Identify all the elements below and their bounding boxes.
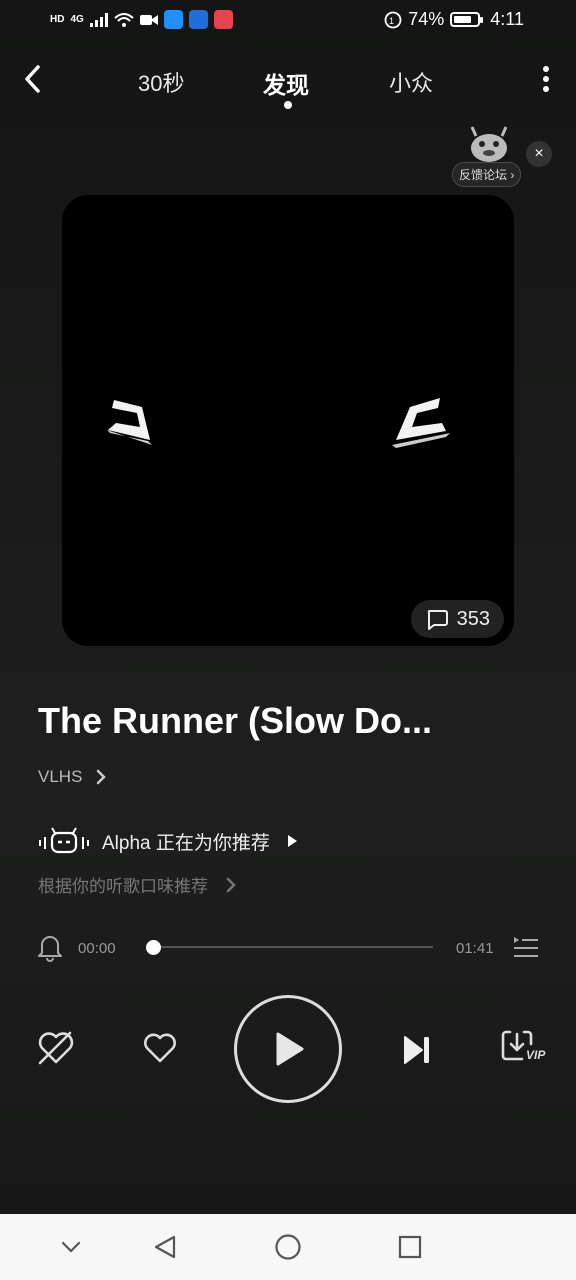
top-nav: 30秒 发现 小众 (0, 56, 576, 109)
more-vertical-icon (543, 66, 549, 92)
wifi-icon (114, 12, 134, 27)
chevron-right-icon (97, 769, 107, 785)
comment-count: 353 (456, 607, 490, 630)
nav-collapse-button[interactable] (56, 1232, 86, 1262)
status-right: 1 74% 4:11 (384, 9, 524, 30)
play-small-icon (287, 835, 297, 847)
heart-broken-icon (38, 1031, 74, 1065)
like-button[interactable] (138, 1026, 182, 1070)
signal-icon (89, 12, 108, 27)
cover-artwork (107, 398, 450, 448)
feedback-close-button[interactable]: × (526, 141, 552, 167)
app-notification-icon-3 (213, 10, 233, 29)
robot-icon (39, 827, 89, 854)
heart-icon (144, 1033, 176, 1063)
app-notification-icon-2 (188, 10, 208, 29)
back-button[interactable] (18, 62, 48, 96)
current-time: 00:00 (78, 940, 116, 957)
download-vip-button[interactable]: VIP (498, 1026, 554, 1070)
mascot-icon (470, 126, 508, 162)
hd-indicator: HD (50, 14, 65, 25)
tab-30s[interactable]: 30秒 (138, 66, 184, 98)
active-tab-indicator (284, 101, 292, 109)
status-left: HD 4G (50, 10, 233, 29)
nav-recents-button[interactable] (395, 1232, 425, 1262)
app-notification-icon-1 (163, 10, 183, 29)
camera-icon (139, 14, 158, 25)
status-bar: HD 4G 1 74% 4:11 (0, 0, 576, 42)
alpha-text: Alpha 正在为你推荐 (102, 832, 270, 854)
album-cover[interactable]: 353 (62, 195, 514, 646)
chevron-right-icon (226, 877, 236, 892)
feedback-forum-label: 反馈论坛 › (452, 162, 522, 187)
alpha-recommend[interactable]: Alpha 正在为你推荐 (38, 826, 298, 856)
more-button[interactable] (538, 64, 554, 94)
artist-name: VLHS (38, 767, 83, 786)
bell-icon[interactable] (36, 932, 64, 962)
next-button[interactable] (394, 1028, 438, 1072)
song-title: The Runner (Slow Do... (38, 700, 432, 741)
nav-back-button[interactable] (150, 1232, 180, 1262)
progress-track[interactable] (153, 946, 433, 948)
system-nav-bar (0, 1214, 576, 1280)
vip-label: VIP (526, 1048, 546, 1062)
recommend-reason-text: 根据你的听歌口味推荐 (38, 877, 208, 896)
play-button[interactable] (234, 995, 342, 1103)
square-recents-icon (398, 1235, 422, 1259)
dislike-button[interactable] (34, 1026, 78, 1070)
feedback-forum-button[interactable]: 反馈论坛 › (452, 124, 524, 187)
battery-percent: 74% (408, 9, 445, 29)
comment-button[interactable]: 353 (410, 600, 504, 638)
data-saver-icon: 1 (384, 11, 402, 28)
nav-home-button[interactable] (273, 1232, 303, 1262)
triangle-back-icon (154, 1235, 176, 1259)
tab-niche[interactable]: 小众 (389, 66, 433, 98)
skip-next-icon (404, 1036, 429, 1064)
svg-text:1: 1 (389, 16, 394, 26)
recommend-reason[interactable]: 根据你的听歌口味推荐 (38, 872, 236, 897)
battery-icon (450, 12, 484, 27)
chevron-left-icon (25, 65, 40, 93)
chevron-down-icon (61, 1241, 81, 1253)
progress-row: 00:00 01:41 (36, 930, 546, 966)
tab-discover[interactable]: 发现 (263, 66, 309, 100)
circle-home-icon (275, 1234, 301, 1260)
clock: 4:11 (490, 9, 524, 29)
progress-thumb[interactable] (146, 940, 161, 955)
total-time: 01:41 (456, 940, 494, 957)
network-type: 4G (70, 14, 84, 25)
play-icon (276, 1032, 304, 1066)
comment-icon (427, 610, 448, 630)
artist-link[interactable]: VLHS (38, 767, 107, 787)
playlist-icon[interactable] (512, 934, 540, 962)
player-controls: VIP (0, 990, 576, 1110)
